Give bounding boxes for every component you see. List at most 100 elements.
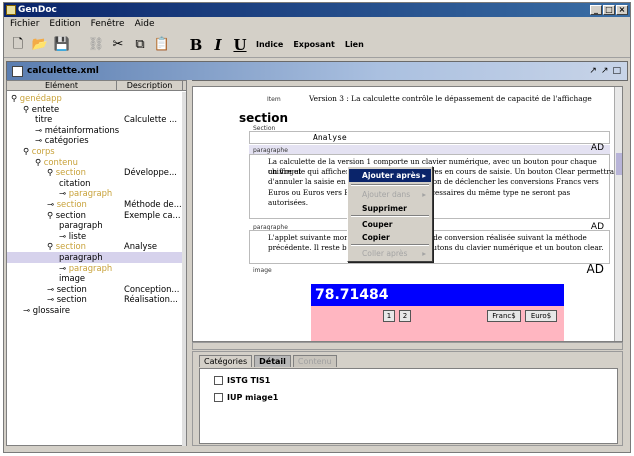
editor-scrollbar[interactable] [614,87,622,341]
indice-button[interactable]: Indice [253,40,286,49]
tree-row[interactable]: titre Calculette ... [7,114,182,125]
float-icon[interactable]: ↗ [589,66,597,76]
structure-tree-panel: Elément Description ⚲ genédapp ⚲ entete ti… [6,80,187,446]
collapsed-handle-icon[interactable]: ⊸ [35,125,45,135]
collapsed-handle-icon[interactable]: ⊸ [59,231,69,241]
menu-bar: Fichier Edition Fenêtre Aide [4,18,630,31]
collapsed-handle-icon[interactable]: ⊸ [59,263,69,273]
tree-row[interactable]: ⊸ catégories [7,135,182,146]
tree-row[interactable]: paragraph [7,220,182,231]
category-checkbox[interactable] [214,376,223,385]
expand-handle-icon[interactable]: ⚲ [47,241,56,251]
editor-scroll-thumb[interactable] [616,153,622,175]
divider-bar[interactable] [192,342,623,350]
collapsed-handle-icon[interactable]: ⊸ [47,284,57,294]
tab-detail[interactable]: Détail [254,355,291,367]
context-menu-item[interactable]: Copier [349,231,431,244]
new-file-icon[interactable]: 🗋 [9,36,27,54]
collapsed-handle-icon[interactable]: ⊸ [23,305,33,315]
menu-separator [351,244,429,246]
close-button[interactable]: × [616,5,628,15]
tab-contenu[interactable]: Contenu [292,355,337,367]
tree-row[interactable]: ⚲ section Développe... [7,167,182,178]
menu-separator [351,215,429,217]
close-doc-icon[interactable]: □ [612,66,621,76]
maximize-button[interactable]: □ [603,5,615,15]
tree-row[interactable]: ⊸ section Méthode de... [7,199,182,210]
document-icon [12,66,23,77]
menu-aide[interactable]: Aide [135,18,155,31]
collapsed-handle-icon[interactable]: ⊸ [47,199,57,209]
cut-icon[interactable]: ✂ [109,36,127,54]
menu-fenetre[interactable]: Fenêtre [91,18,125,31]
tree-scrollbar[interactable] [182,92,186,446]
category-item[interactable]: IUP miage1 [214,393,278,402]
tree-node-name: ⚲ section [47,167,86,178]
tree-node-name: ⚲ genédapp [11,93,62,104]
tree-node-label: section [55,167,86,178]
maximize-doc-icon[interactable]: ↗ [601,66,609,76]
underline-button[interactable]: U [231,36,249,54]
analyse-box[interactable] [249,131,610,144]
applet-francs-button[interactable]: Franc$ [487,310,521,322]
applet-digit-1-button[interactable]: 1 [383,310,395,322]
paste-icon[interactable]: 📋 [153,36,171,54]
link-chain-icon[interactable]: ⛓ [87,36,105,54]
tree-row[interactable]: paragraph [7,252,182,263]
category-item[interactable]: ISTG TIS1 [214,376,270,385]
tree-row[interactable]: citation [7,178,182,189]
tree-row[interactable]: ⚲ entete [7,104,182,115]
item-text[interactable]: Version 3 : La calculette contrôle le dé… [309,94,592,104]
menu-fichier[interactable]: Fichier [10,18,39,31]
italic-button[interactable]: I [209,36,227,54]
applet-euros-button[interactable]: Euro$ [525,310,557,322]
exposant-button[interactable]: Exposant [290,40,338,49]
tree-row[interactable]: ⊸ paragraph [7,263,182,274]
category-checkbox[interactable] [214,393,223,402]
tree-row[interactable]: ⊸ paragraph [7,188,182,199]
tree-node-description: Calculette ... [124,114,178,125]
tree-row[interactable]: ⚲ contenu [7,157,182,168]
section-heading: section [239,111,289,125]
tab-categories[interactable]: Catégories [199,355,253,367]
tree-row[interactable]: ⊸ section Conception... [7,284,182,295]
expand-handle-icon[interactable]: ⚲ [47,210,56,220]
collapsed-handle-icon[interactable]: ⊸ [59,188,69,198]
collapsed-handle-icon[interactable]: ⊸ [35,135,45,145]
expand-handle-icon[interactable]: ⚲ [23,146,32,156]
applet-digit-2-button[interactable]: 2 [399,310,411,322]
tree-row[interactable]: ⊸ métainformations [7,125,182,136]
context-menu-item[interactable]: Ajouter après ▸ [349,169,431,182]
tree-row[interactable]: ⚲ section Exemple ca... [7,210,182,221]
save-icon[interactable]: 💾 [53,36,71,54]
tree-node-label: paragraph [68,262,113,273]
expand-handle-icon[interactable]: ⚲ [11,93,20,103]
tree-row[interactable]: ⊸ section Réalisation... [7,294,182,305]
context-menu-item[interactable]: Couper [349,218,431,231]
expand-handle-icon[interactable]: ⚲ [35,157,44,167]
categories-list: ISTG TIS1 IUP miage1 [199,368,618,444]
tree-row[interactable]: ⚲ section Analyse [7,241,182,252]
tree-node-label: section [56,283,87,294]
copy-icon[interactable]: ⧉ [131,36,149,54]
collapsed-handle-icon[interactable]: ⊸ [47,294,57,304]
expand-handle-icon[interactable]: ⚲ [47,167,56,177]
column-header-element[interactable]: Elément [7,81,117,90]
lien-button[interactable]: Lien [342,40,367,49]
column-header-description[interactable]: Description [117,81,183,90]
tree-row[interactable]: ⚲ corps [7,146,182,157]
app-title: GenDoc [18,5,57,15]
menu-edition[interactable]: Edition [49,18,80,31]
context-menu-item[interactable]: Supprimer [349,202,431,215]
tree-row[interactable]: ⊸ liste [7,231,182,242]
tree-row[interactable]: image [7,273,182,284]
open-folder-icon[interactable]: 📂 [31,36,49,54]
bold-button[interactable]: B [187,36,205,54]
tree-row[interactable]: ⚲ genédapp [7,93,182,104]
context-menu-item[interactable]: Coller après ▸ [349,247,431,260]
context-menu-item[interactable]: Ajouter dans ▸ [349,188,431,201]
tree-node-name: ⊸ métainformations [35,125,119,136]
tree-row[interactable]: ⊸ glossaire [7,305,182,316]
minimize-button[interactable]: _ [590,5,602,15]
expand-handle-icon[interactable]: ⚲ [23,104,32,114]
